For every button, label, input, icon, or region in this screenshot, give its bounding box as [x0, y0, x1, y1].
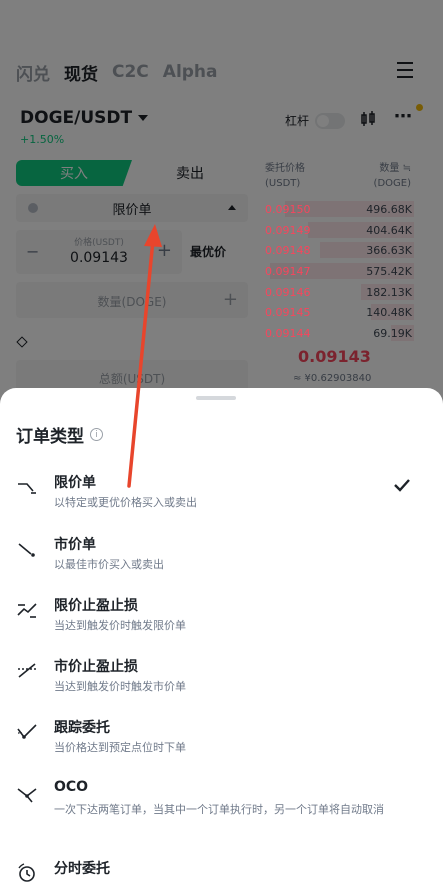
option-title: 跟踪委托 — [54, 720, 110, 736]
oco-icon — [17, 788, 37, 803]
option-desc: 以特定或更优价格买入或卖出 — [54, 496, 197, 509]
option-title: 限价单 — [54, 475, 96, 491]
limit-order-icon — [18, 483, 36, 494]
order-option-market[interactable]: 市价单 以最佳市价买入或卖出 — [0, 534, 443, 578]
option-title: 市价单 — [54, 537, 96, 553]
order-option-limit[interactable]: 限价单 以特定或更优价格买入或卖出 — [0, 472, 443, 516]
order-option-stop-limit[interactable]: 限价止盈止损 当达到触发价时触发限价单 — [0, 595, 443, 639]
option-desc: 当达到触发价时触发限价单 — [54, 619, 186, 632]
option-desc: 以最佳市价买入或卖出 — [54, 558, 164, 571]
sheet-title: 订单类型 i — [16, 422, 103, 447]
trailing-stop-icon — [17, 724, 37, 739]
option-desc: 当价格达到预定点位时下单 — [54, 741, 186, 754]
info-icon[interactable]: i — [90, 428, 103, 441]
order-option-stop-market[interactable]: 市价止盈止损 当达到触发价时触发市价单 — [0, 656, 443, 700]
option-desc: 当达到触发价时触发市价单 — [54, 680, 186, 693]
option-title: 限价止盈止损 — [54, 598, 138, 614]
option-title: 分时委托 — [54, 861, 110, 877]
order-option-twap[interactable]: 分时委托 — [0, 858, 443, 895]
twap-icon — [18, 863, 35, 882]
check-icon — [394, 479, 410, 492]
option-desc: 一次下达两笔订单，当其中一个订单执行时，另一个订单将自动取消 — [54, 803, 384, 816]
option-title: OCO — [54, 779, 89, 795]
option-title: 市价止盈止损 — [54, 659, 138, 675]
order-type-sheet: 订单类型 i 限价单 以特定或更优价格买入或卖出 市价单 以最佳市价买入或卖出 … — [0, 388, 443, 895]
order-option-oco[interactable]: OCO 一次下达两笔订单，当其中一个订单执行时，另一个订单将自动取消 — [0, 779, 443, 841]
order-option-trailing[interactable]: 跟踪委托 当价格达到预定点位时下单 — [0, 717, 443, 761]
stop-limit-icon — [17, 603, 37, 618]
market-order-icon — [18, 543, 35, 557]
sheet-grabber[interactable] — [196, 396, 236, 400]
stop-market-icon — [18, 663, 36, 678]
